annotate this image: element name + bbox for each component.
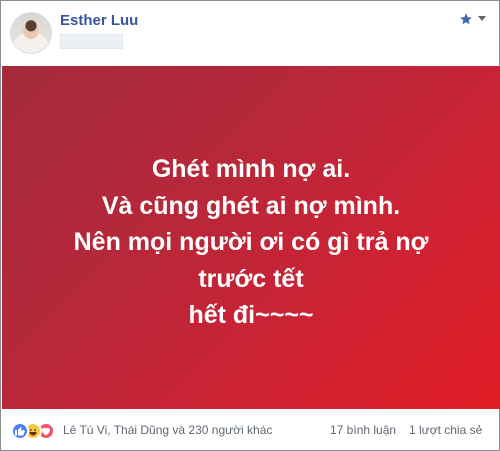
post-text-line: Ghét mình nợ ai. xyxy=(151,155,351,183)
post-header: Esther Luu xyxy=(1,1,499,65)
post-text-line: trước tết xyxy=(198,264,304,293)
post-card: Esther Luu Ghét mình nợ ai. Và cũng ghét… xyxy=(0,0,500,451)
post-timestamp-redacted xyxy=(60,34,123,49)
post-text-line: hết đi~~~~ xyxy=(188,301,314,329)
post-text-line: Và cũng ghét ai nợ mình. xyxy=(101,191,401,220)
shares-count[interactable]: 1 lượt chia sẻ xyxy=(409,423,482,437)
post-text-line: Nên mọi người ơi có gì trả nợ xyxy=(73,228,429,256)
reactions-summary[interactable] xyxy=(11,422,59,440)
comments-count[interactable]: 17 bình luận xyxy=(330,423,396,437)
star-icon[interactable] xyxy=(459,12,473,26)
like-icon xyxy=(11,422,29,440)
post-footer: Lê Tú Vi, Thái Dũng và 230 người khác 17… xyxy=(1,410,499,450)
likers-summary[interactable]: Lê Tú Vi, Thái Dũng và 230 người khác xyxy=(63,423,272,437)
avatar[interactable] xyxy=(10,12,52,54)
author-name[interactable]: Esther Luu xyxy=(60,12,138,29)
chevron-down-icon[interactable] xyxy=(478,16,486,21)
post-text: Ghét mình nợ ai. Và cũng ghét ai nợ mình… xyxy=(2,151,500,334)
